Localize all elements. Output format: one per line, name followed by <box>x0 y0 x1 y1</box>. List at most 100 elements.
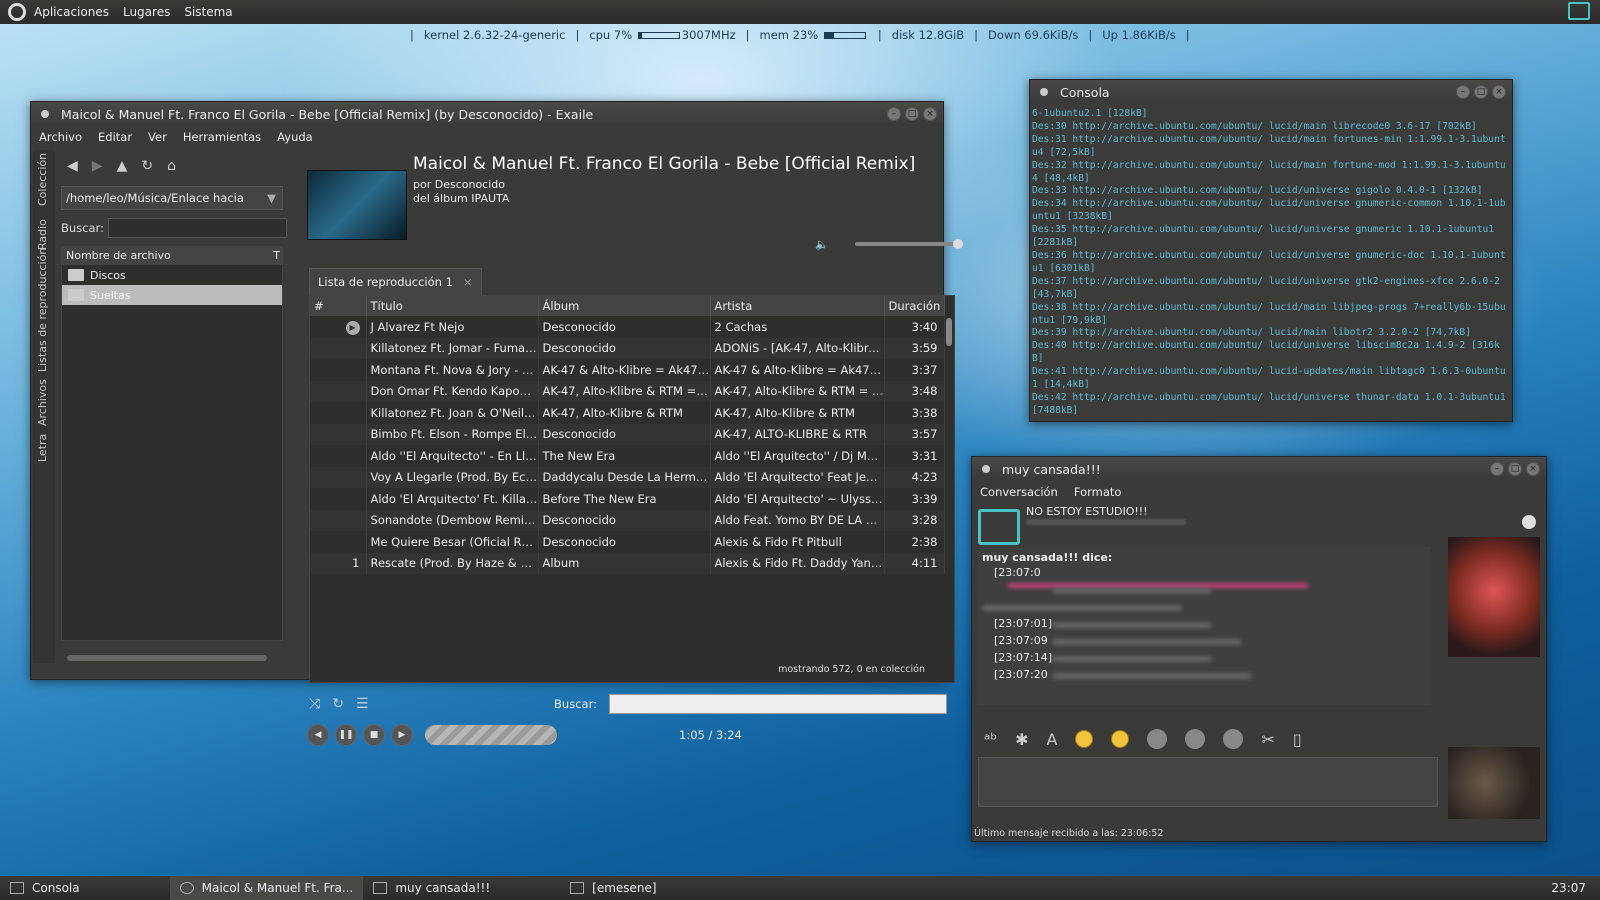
tab-listas[interactable]: Listas de reproducción <box>36 248 49 372</box>
seek-bar[interactable] <box>425 725 557 745</box>
table-row[interactable]: Me Quiere Besar (Oficial Rmx) Desconocido… <box>310 531 945 553</box>
home-icon[interactable]: ⌂ <box>167 158 176 174</box>
clock[interactable]: 23:07 <box>1551 881 1586 895</box>
conversation-log[interactable]: muy cansada!!! dice: [23:07:0 [23:07:01]… <box>978 547 1430 705</box>
file-list-header[interactable]: Nombre de archivo T <box>62 247 282 265</box>
table-row[interactable]: Voy A Llegarle (Prod. By Ecko) Daddycalu … <box>310 466 945 488</box>
menu-archivo[interactable]: Archivo <box>39 130 82 144</box>
maximize-button[interactable]: □ <box>1474 85 1488 99</box>
stop-button[interactable]: ■ <box>363 724 385 746</box>
text-format-icon[interactable]: A <box>1047 730 1058 749</box>
terminal-titlebar[interactable]: Consola – □ × <box>1030 80 1512 104</box>
webcam-call-icon[interactable] <box>1223 729 1244 749</box>
minimize-button[interactable]: – <box>887 107 901 121</box>
taskbar-item-emesene[interactable]: [emesene] <box>560 876 666 900</box>
nudge-icon[interactable]: ✱ <box>1015 730 1028 749</box>
table-row[interactable]: Killatonez Ft. Joan & O'Neill - ... AK-47… <box>310 402 945 424</box>
taskbar-item-chat[interactable]: muy cansada!!! <box>363 876 500 900</box>
minimize-button[interactable]: – <box>1490 462 1504 476</box>
dynamic-icon[interactable]: ☰ <box>356 696 369 712</box>
table-row[interactable]: Montana Ft. Nova & Jory - Co... AK-47 & A… <box>310 359 945 381</box>
track-duration: 2:38 <box>884 531 945 553</box>
taskbar-item-consola[interactable]: Consola <box>0 876 90 900</box>
maximize-button[interactable]: □ <box>905 107 919 121</box>
table-row[interactable]: Aldo 'El Arquitecto' Ft. Killato... Befor… <box>310 488 945 510</box>
minimize-button[interactable]: – <box>1456 85 1470 99</box>
exaile-window: Maicol & Manuel Ft. Franco El Gorila - B… <box>30 101 963 746</box>
history-icon[interactable]: ▯ <box>1293 730 1302 749</box>
send-file-icon[interactable] <box>1185 729 1206 749</box>
webcam-icon[interactable] <box>1522 515 1536 529</box>
tab-radio[interactable]: Radio <box>36 219 49 250</box>
window-menu-icon[interactable] <box>1040 88 1048 96</box>
tab-coleccion[interactable]: Colección <box>36 153 49 206</box>
path-combo[interactable]: /home/leo/Música/Enlace hacia ▼ <box>61 186 283 210</box>
font-icon[interactable]: ᵃᵇ <box>984 730 997 749</box>
menu-editar[interactable]: Editar <box>98 130 132 144</box>
now-playing-album: del álbum IPAUTA <box>413 192 510 205</box>
tab-playlist-1[interactable]: Lista de reproducción 1 × <box>309 268 482 296</box>
emoticon-icon[interactable] <box>1075 730 1094 748</box>
horizontal-scrollbar[interactable] <box>67 655 267 661</box>
refresh-icon[interactable]: ↻ <box>141 158 153 174</box>
table-row[interactable]: ▶ J Alvarez Ft Nejo Desconocido 2 Cachas 3:4… <box>310 316 945 338</box>
menu-conversacion[interactable]: Conversación <box>980 485 1058 499</box>
message-input[interactable] <box>978 757 1438 807</box>
menu-applications[interactable]: Aplicaciones <box>34 5 109 19</box>
table-row[interactable]: Sonandote (Dembow Remix) ... Desconocido A… <box>310 509 945 531</box>
menu-ayuda[interactable]: Ayuda <box>277 130 313 144</box>
menu-system[interactable]: Sistema <box>184 5 232 19</box>
terminal-output[interactable]: 6-1ubuntu2.1 [128kB] Des:30 http://archi… <box>1030 104 1512 421</box>
column-header[interactable]: # <box>310 296 367 316</box>
column-header[interactable]: Artista <box>710 296 885 316</box>
repeat-icon[interactable]: ↻ <box>332 696 344 712</box>
window-menu-icon[interactable] <box>41 110 49 118</box>
track-duration: 3:48 <box>884 380 945 402</box>
now-playing-artist: por Desconocido <box>413 178 505 191</box>
shuffle-icon[interactable]: ⤨ <box>309 696 320 712</box>
tab-letra[interactable]: Letra <box>36 434 49 462</box>
close-button[interactable]: × <box>923 107 937 121</box>
next-button[interactable]: ▶ <box>391 724 413 746</box>
pause-button[interactable]: ❚❚ <box>335 724 357 746</box>
column-header[interactable]: Título <box>366 296 539 316</box>
column-header[interactable]: Álbum <box>538 296 711 316</box>
taskbar-item-exaile[interactable]: Maicol & Manuel Ft. Fra... <box>169 876 364 900</box>
table-row[interactable]: Aldo ''El Arquitecto'' - En Lla... The Ne… <box>310 445 945 467</box>
invite-icon[interactable] <box>1147 729 1168 749</box>
table-row[interactable]: Killatonez Ft. Jomar - Fumar (... Descono… <box>310 337 945 359</box>
up-icon[interactable]: ▲ <box>117 158 128 174</box>
close-button[interactable]: × <box>1492 85 1506 99</box>
ubuntu-logo-icon[interactable] <box>8 3 26 21</box>
playlist-scrollbar[interactable] <box>946 318 952 346</box>
block-icon[interactable]: ✂ <box>1261 730 1274 749</box>
playlist-search-input[interactable] <box>609 694 947 714</box>
back-icon[interactable]: ◀ <box>67 158 78 174</box>
menu-places[interactable]: Lugares <box>123 5 170 19</box>
table-row[interactable]: 1Rescate (Prod. By Haze & Mast...AlbumAl… <box>310 552 945 574</box>
messenger-tray-icon[interactable] <box>1568 2 1590 20</box>
menu-ver[interactable]: Ver <box>148 130 167 144</box>
chat-titlebar[interactable]: muy cansada!!! – □ × <box>972 457 1546 481</box>
tab-archivos[interactable]: Archivos <box>36 379 49 426</box>
wink-icon[interactable] <box>1111 730 1130 748</box>
close-button[interactable]: × <box>1526 462 1540 476</box>
now-playing-title: Maicol & Manuel Ft. Franco El Gorila - B… <box>413 154 916 174</box>
track-duration: 3:38 <box>884 402 945 424</box>
menu-formato[interactable]: Formato <box>1074 485 1122 499</box>
maximize-button[interactable]: □ <box>1508 462 1522 476</box>
list-item[interactable]: Discos <box>62 265 282 285</box>
close-tab-icon[interactable]: × <box>463 275 473 289</box>
table-row[interactable]: Bimbo Ft. Elson - Rompe El Su... Desconoc… <box>310 423 945 445</box>
file-search-input[interactable] <box>107 218 287 238</box>
table-row[interactable]: Don Omar Ft. Kendo Kaponi - ... AK-47, Al… <box>310 380 945 402</box>
menu-herramientas[interactable]: Herramientas <box>183 130 261 144</box>
previous-button[interactable]: ◀ <box>307 724 329 746</box>
exaile-titlebar[interactable]: Maicol & Manuel Ft. Franco El Gorila - B… <box>31 102 943 126</box>
column-header[interactable]: Duración <box>884 296 945 316</box>
list-item[interactable]: Sueltas <box>62 285 282 305</box>
window-menu-icon[interactable] <box>982 465 990 473</box>
volume-slider[interactable] <box>855 239 963 249</box>
contact-status-message: NO ESTOY ESTUDIO!!! <box>1026 505 1148 518</box>
forward-icon[interactable]: ▶ <box>92 158 103 174</box>
